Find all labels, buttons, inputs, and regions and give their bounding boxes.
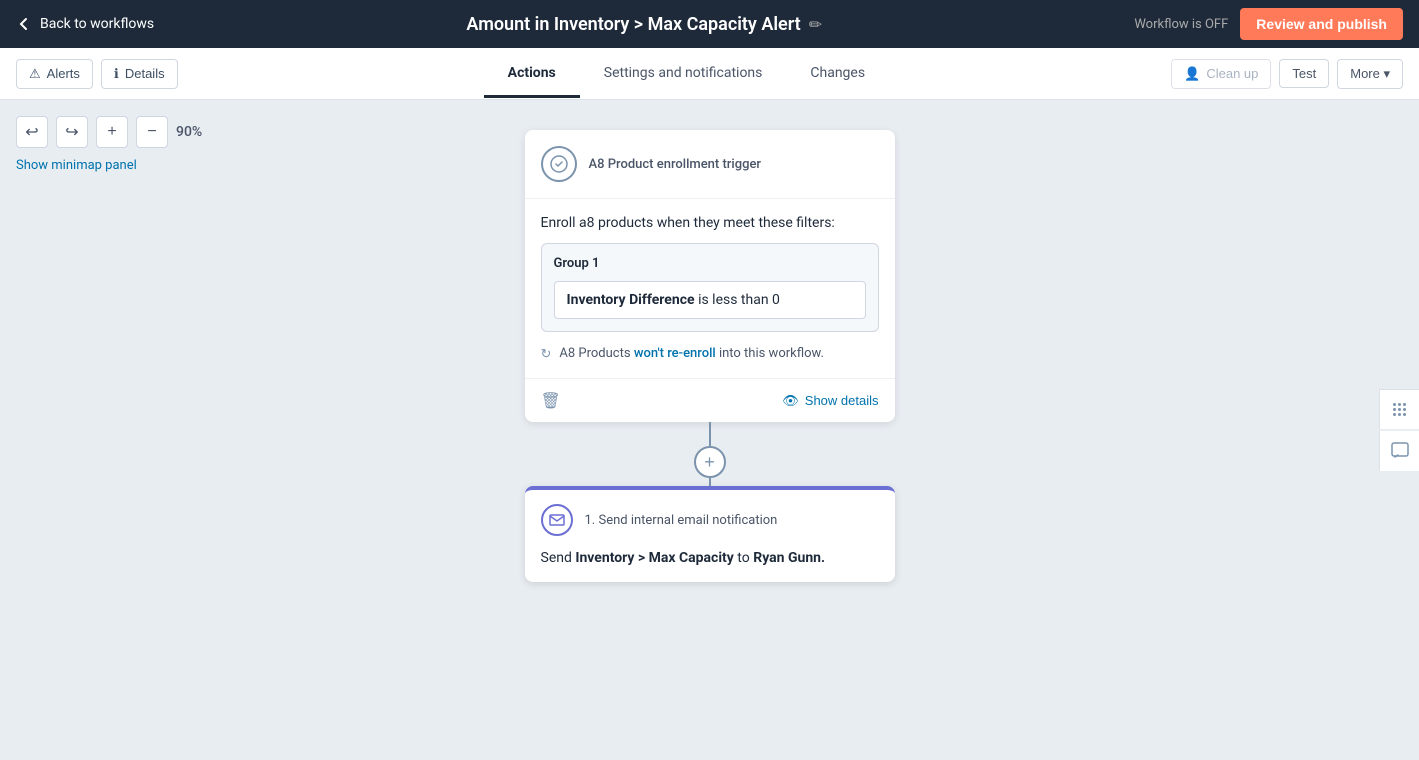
connector: + bbox=[694, 422, 726, 486]
action-name: 1. Send internal email notification bbox=[585, 513, 778, 528]
enroll-desc: Enroll a8 products when they meet these … bbox=[541, 215, 879, 231]
top-navigation: Back to workflows Amount in Inventory > … bbox=[0, 0, 1419, 48]
filter-value: 0 bbox=[772, 292, 780, 308]
enrollment-icon bbox=[549, 154, 569, 174]
comment-icon bbox=[1391, 442, 1409, 460]
edit-title-icon[interactable]: ✏ bbox=[809, 15, 822, 34]
grid-view-button[interactable] bbox=[1379, 389, 1419, 429]
action-icon bbox=[541, 504, 573, 536]
re-enroll-icon: ↻ bbox=[541, 347, 552, 362]
main-tabs: Actions Settings and notifications Chang… bbox=[202, 50, 1172, 97]
dots-grid-icon bbox=[1393, 403, 1406, 416]
more-button[interactable]: More ▾ bbox=[1337, 59, 1403, 89]
info-icon: ℹ bbox=[114, 66, 119, 82]
trigger-card-header: A8 Product enrollment trigger bbox=[525, 130, 895, 199]
workflow-area: A8 Product enrollment trigger Enroll a8 … bbox=[0, 100, 1419, 760]
workflow-title-area: Amount in Inventory > Max Capacity Alert… bbox=[466, 14, 822, 35]
add-step-button[interactable]: + bbox=[694, 446, 726, 478]
filter-row: Inventory Difference is less than 0 bbox=[554, 281, 866, 319]
eye-icon: 👁 bbox=[782, 393, 799, 409]
details-button[interactable]: ℹ Details bbox=[101, 59, 178, 89]
alert-icon: ⚠ bbox=[29, 66, 41, 82]
workflow-status: Workflow is OFF bbox=[1134, 17, 1228, 32]
tab-bar-right-actions: 👤 Clean up Test More ▾ bbox=[1171, 59, 1403, 89]
filter-field: Inventory Difference bbox=[567, 292, 695, 308]
workflow-canvas: ↩ ↪ + − 90% Show minimap panel A8 Produc… bbox=[0, 100, 1419, 760]
trigger-name: A8 Product enrollment trigger bbox=[589, 157, 762, 172]
action-card-header: 1. Send internal email notification bbox=[525, 490, 895, 550]
email-icon bbox=[549, 512, 565, 528]
top-nav-right-area: Workflow is OFF Review and publish bbox=[1134, 8, 1403, 40]
tab-actions[interactable]: Actions bbox=[484, 51, 580, 98]
cleanup-icon: 👤 bbox=[1184, 66, 1200, 82]
show-details-button[interactable]: 👁 Show details bbox=[782, 393, 878, 409]
right-panel bbox=[1379, 389, 1419, 471]
comment-button[interactable] bbox=[1379, 431, 1419, 471]
action-body: Send Inventory > Max Capacity to Ryan Gu… bbox=[525, 550, 895, 582]
trigger-footer: 🗑 👁 Show details bbox=[525, 378, 895, 422]
review-publish-button[interactable]: Review and publish bbox=[1240, 8, 1403, 40]
alerts-button[interactable]: ⚠ Alerts bbox=[16, 59, 93, 89]
action-card[interactable]: 1. Send internal email notification Send… bbox=[525, 486, 895, 582]
tab-changes[interactable]: Changes bbox=[786, 51, 889, 98]
back-label: Back to workflows bbox=[40, 16, 154, 32]
group-box: Group 1 Inventory Difference is less tha… bbox=[541, 243, 879, 332]
group-label: Group 1 bbox=[554, 256, 866, 271]
trigger-card[interactable]: A8 Product enrollment trigger Enroll a8 … bbox=[525, 130, 895, 422]
back-arrow-icon bbox=[16, 16, 32, 32]
back-to-workflows-button[interactable]: Back to workflows bbox=[16, 16, 154, 32]
connector-line-bottom bbox=[709, 478, 711, 486]
recipient-name: Ryan Gunn. bbox=[753, 550, 825, 566]
re-enroll-note: ↻ A8 Products won't re-enroll into this … bbox=[541, 346, 879, 362]
action-desc: Send Inventory > Max Capacity to Ryan Gu… bbox=[541, 550, 879, 566]
tab-bar: ⚠ Alerts ℹ Details Actions Settings and … bbox=[0, 48, 1419, 100]
alerts-label: Alerts bbox=[47, 66, 80, 81]
re-enroll-link[interactable]: won't re-enroll bbox=[634, 346, 716, 361]
details-label: Details bbox=[125, 66, 165, 81]
tab-bar-left-actions: ⚠ Alerts ℹ Details bbox=[16, 59, 178, 89]
test-button[interactable]: Test bbox=[1279, 59, 1329, 88]
workflow-title: Amount in Inventory > Max Capacity Alert bbox=[466, 14, 800, 35]
re-enroll-text: A8 Products won't re-enroll into this wo… bbox=[559, 346, 824, 361]
tab-settings[interactable]: Settings and notifications bbox=[580, 51, 787, 98]
cleanup-button[interactable]: 👤 Clean up bbox=[1171, 59, 1271, 89]
connector-line-top bbox=[709, 422, 711, 446]
trigger-icon bbox=[541, 146, 577, 182]
delete-trigger-icon[interactable]: 🗑 bbox=[541, 391, 561, 410]
email-template-name: Inventory > Max Capacity bbox=[575, 550, 733, 566]
trigger-body: Enroll a8 products when they meet these … bbox=[525, 199, 895, 378]
